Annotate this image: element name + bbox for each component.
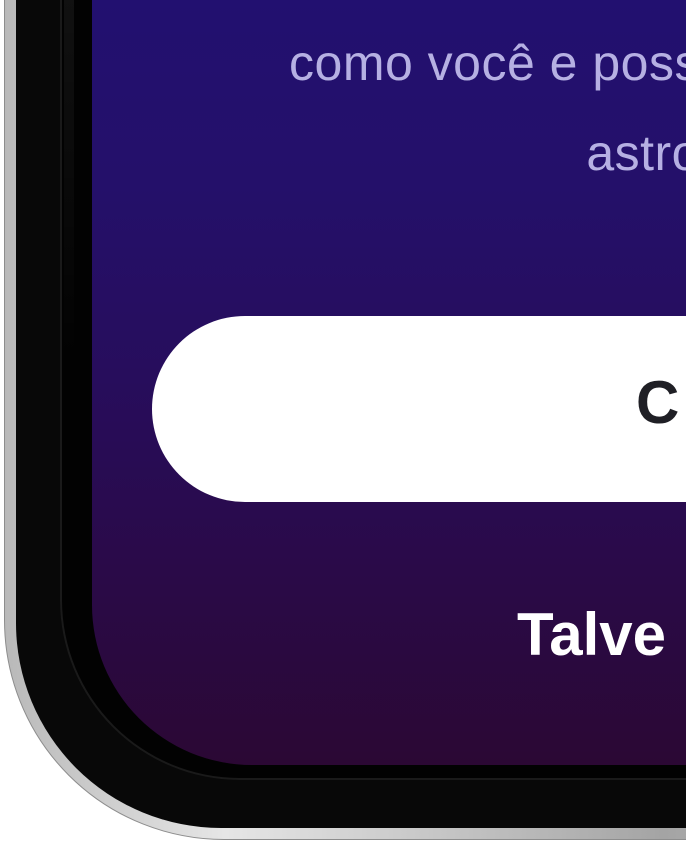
intro-subtitle-line-2: astro	[586, 125, 686, 181]
primary-cta-button[interactable]: C	[152, 316, 686, 502]
device-mockup: como você e poss astro C Talve	[0, 0, 686, 846]
bezel-reflection	[64, 0, 74, 360]
intro-subtitle-line-1: como você e poss	[289, 35, 686, 91]
primary-cta-label: C	[636, 369, 680, 436]
secondary-link[interactable]: Talve	[517, 600, 666, 669]
intro-subtitle: como você e poss astro	[92, 18, 686, 198]
app-screen: como você e poss astro C Talve	[92, 0, 686, 765]
